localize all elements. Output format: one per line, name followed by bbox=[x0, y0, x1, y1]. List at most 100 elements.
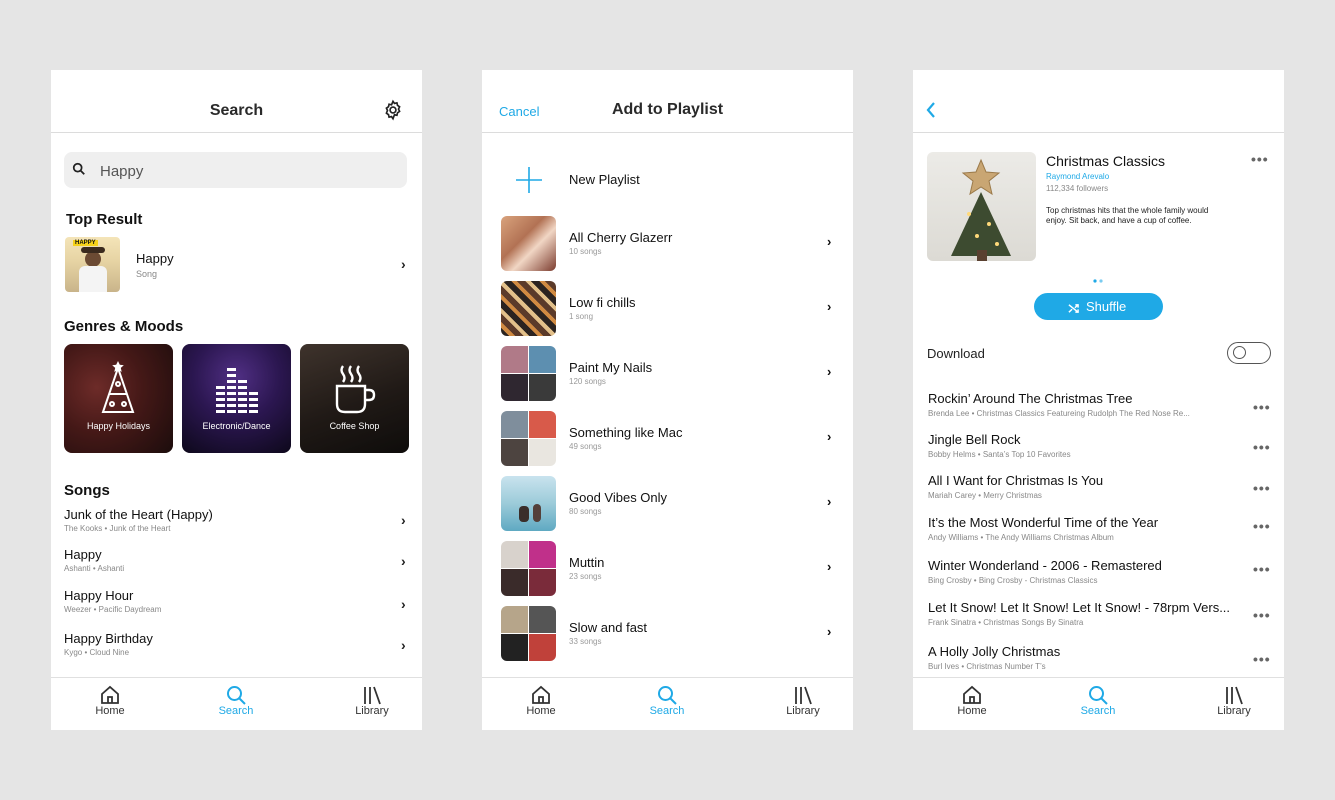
genre-label: Electronic/Dance bbox=[202, 421, 271, 431]
song-row[interactable]: Junk of the Heart (Happy) The Kooks • Ju… bbox=[51, 507, 422, 543]
equalizer-icon bbox=[214, 364, 260, 421]
genre-label: Coffee Shop bbox=[329, 421, 380, 431]
more-options-icon[interactable]: ••• bbox=[1253, 480, 1271, 496]
song-title: Junk of the Heart (Happy) bbox=[64, 507, 213, 522]
home-icon bbox=[932, 684, 1012, 706]
plus-icon bbox=[514, 165, 544, 200]
tab-search[interactable]: Search bbox=[627, 684, 707, 717]
playlist-row[interactable]: Muttin 23 songs › bbox=[482, 541, 853, 597]
tab-label: Search bbox=[649, 705, 685, 717]
chevron-right-icon: › bbox=[827, 624, 832, 639]
playlist-name: Good Vibes Only bbox=[569, 490, 668, 505]
shuffle-button[interactable]: Shuffle bbox=[1034, 293, 1163, 320]
tab-search[interactable]: Search bbox=[1058, 684, 1138, 717]
track-title: Jingle Bell Rock bbox=[928, 432, 1021, 447]
song-row[interactable]: Happy Birthday Kygo • Cloud Nine › bbox=[51, 631, 422, 667]
playlist-owner-link[interactable]: Raymond Arevalo bbox=[1046, 172, 1109, 181]
track-row[interactable]: All I Want for Christmas Is You Mariah C… bbox=[913, 473, 1284, 509]
playlist-count: 10 songs bbox=[569, 247, 602, 256]
playlist-cover bbox=[501, 346, 556, 401]
playlist-count: 80 songs bbox=[569, 507, 602, 516]
playlist-row[interactable]: Low fi chills 1 song › bbox=[482, 281, 853, 337]
playlist-row[interactable]: All Cherry Glazerr 10 songs › bbox=[482, 216, 853, 272]
track-title: Let It Snow! Let It Snow! Let It Snow! -… bbox=[928, 600, 1231, 615]
shuffle-icon bbox=[1068, 301, 1079, 319]
track-title: It’s the Most Wonderful Time of the Year bbox=[928, 515, 1159, 530]
track-subtitle: Brenda Lee • Christmas Classics Featurei… bbox=[928, 409, 1190, 418]
tab-label: Search bbox=[1080, 705, 1116, 717]
tab-library[interactable]: Library bbox=[763, 684, 843, 717]
more-options-icon[interactable]: ••• bbox=[1251, 151, 1269, 167]
tab-library[interactable]: Library bbox=[1194, 684, 1274, 717]
new-playlist-row[interactable]: New Playlist bbox=[482, 154, 853, 204]
more-options-icon[interactable]: ••• bbox=[1253, 439, 1271, 455]
track-row[interactable]: It’s the Most Wonderful Time of the Year… bbox=[913, 515, 1284, 551]
genre-card-electronic-dance[interactable]: Electronic/Dance bbox=[182, 344, 291, 453]
genre-card-coffee-shop[interactable]: Coffee Shop bbox=[300, 344, 409, 453]
playlist-row[interactable]: Paint My Nails 120 songs › bbox=[482, 346, 853, 402]
track-title: Rockin’ Around The Christmas Tree bbox=[928, 391, 1133, 406]
more-options-icon[interactable]: ••• bbox=[1253, 399, 1271, 415]
gear-icon[interactable] bbox=[382, 99, 404, 126]
playlist-row[interactable]: Something like Mac 49 songs › bbox=[482, 411, 853, 467]
playlist-row[interactable]: Good Vibes Only 80 songs › bbox=[482, 476, 853, 532]
playlist-name: Muttin bbox=[569, 555, 605, 570]
library-icon bbox=[763, 684, 843, 706]
tab-home[interactable]: Home bbox=[501, 684, 581, 717]
song-title: Happy Hour bbox=[64, 588, 134, 603]
song-title: Happy bbox=[64, 547, 102, 562]
top-result-badge: HAPPY bbox=[73, 240, 98, 246]
playlist-header: Cancel Add to Playlist bbox=[482, 70, 853, 133]
playlist-name: Low fi chills bbox=[569, 295, 636, 310]
tab-bar: Home Search Library bbox=[51, 677, 422, 730]
tab-search[interactable]: Search bbox=[196, 684, 276, 717]
playlist-count: 23 songs bbox=[569, 572, 602, 581]
track-subtitle: Andy Williams • The Andy Williams Christ… bbox=[928, 533, 1114, 542]
more-options-icon[interactable]: ••• bbox=[1253, 651, 1271, 667]
playlist-count: 33 songs bbox=[569, 637, 602, 646]
song-subtitle: Ashanti • Ashanti bbox=[64, 564, 125, 573]
track-row[interactable]: Winter Wonderland - 2006 - Remastered Bi… bbox=[913, 558, 1284, 594]
track-subtitle: Burl Ives • Christmas Number T’s bbox=[928, 662, 1046, 671]
playlist-cover bbox=[501, 411, 556, 466]
coffee-cup-icon bbox=[333, 362, 377, 421]
top-result-cover: HAPPY bbox=[65, 237, 120, 292]
search-input-wrapper[interactable] bbox=[64, 152, 407, 188]
song-row[interactable]: Happy Hour Weezer • Pacific Daydream › bbox=[51, 588, 422, 624]
tab-home[interactable]: Home bbox=[70, 684, 150, 717]
playlist-count: 49 songs bbox=[569, 442, 602, 451]
track-row[interactable]: Jingle Bell Rock Bobby Helms • Santa’s T… bbox=[913, 432, 1284, 468]
library-icon bbox=[1194, 684, 1274, 706]
genre-label: Happy Holidays bbox=[86, 421, 151, 431]
christmas-tree-icon bbox=[97, 360, 139, 421]
track-row[interactable]: Rockin’ Around The Christmas Tree Brenda… bbox=[913, 391, 1284, 427]
search-icon bbox=[627, 684, 707, 706]
chevron-right-icon: › bbox=[401, 256, 406, 272]
playlist-cover bbox=[927, 152, 1036, 261]
chevron-right-icon: › bbox=[827, 494, 832, 509]
playlist-cover bbox=[501, 216, 556, 271]
chevron-right-icon: › bbox=[827, 234, 832, 249]
tab-home[interactable]: Home bbox=[932, 684, 1012, 717]
playlist-name: All Cherry Glazerr bbox=[569, 230, 673, 245]
top-result-item[interactable]: HAPPY Happy Song › bbox=[51, 236, 422, 294]
song-row[interactable]: Happy Ashanti • Ashanti › bbox=[51, 547, 422, 583]
track-row[interactable]: Let It Snow! Let It Snow! Let It Snow! -… bbox=[913, 600, 1284, 636]
tab-bar: Home Search Library bbox=[913, 677, 1284, 730]
track-row[interactable]: A Holly Jolly Christmas Burl Ives • Chri… bbox=[913, 644, 1284, 674]
more-options-icon[interactable]: ••• bbox=[1253, 561, 1271, 577]
genre-card-happy-holidays[interactable]: Happy Holidays bbox=[64, 344, 173, 453]
tab-library[interactable]: Library bbox=[332, 684, 412, 717]
more-options-icon[interactable]: ••• bbox=[1253, 518, 1271, 534]
playlist-name: Slow and fast bbox=[569, 620, 648, 635]
search-screen: Search Top Result HAPPY Happy Song › Gen… bbox=[51, 70, 422, 730]
search-input[interactable] bbox=[98, 160, 382, 182]
playlist-name: Christmas Classics bbox=[1046, 153, 1166, 169]
playlist-followers: 112,334 followers bbox=[1046, 184, 1109, 193]
genres-heading: Genres & Moods bbox=[64, 318, 184, 335]
download-toggle[interactable] bbox=[1227, 342, 1271, 364]
more-options-icon[interactable]: ••• bbox=[1253, 607, 1271, 623]
back-chevron-icon[interactable] bbox=[925, 101, 937, 124]
playlist-row[interactable]: Slow and fast 33 songs › bbox=[482, 606, 853, 662]
page-title: Add to Playlist bbox=[611, 101, 724, 118]
